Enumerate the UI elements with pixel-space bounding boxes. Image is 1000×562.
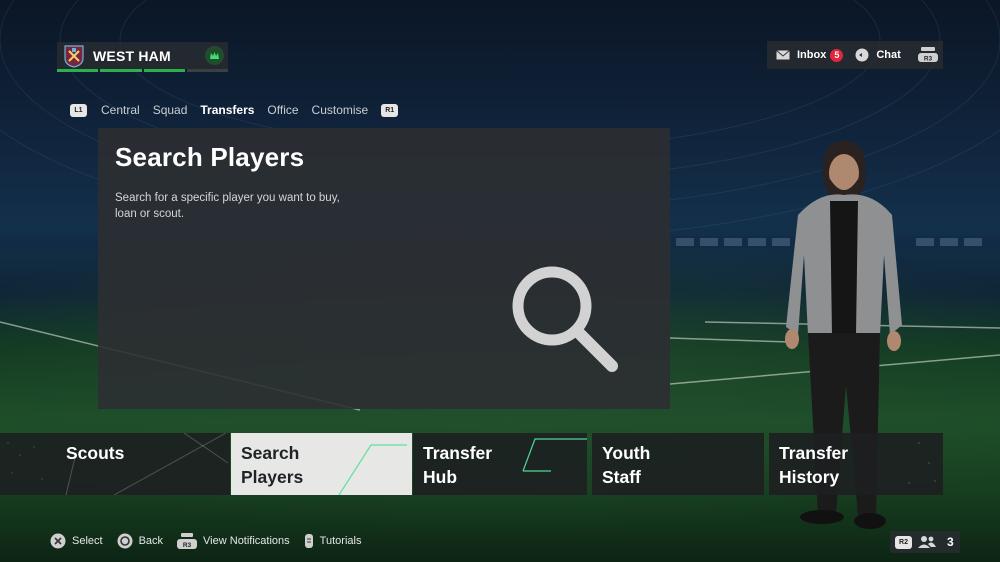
hint-tutorials[interactable]: Tutorials [304,533,362,549]
people-icon [918,536,936,548]
club-crest-icon [64,44,84,68]
bottom-right-squad-indicator[interactable]: R2 3 [890,531,960,553]
tile-scouts[interactable]: Scouts [56,433,230,495]
hint-select[interactable]: Select [50,533,103,549]
tile-search-players[interactable]: Search Players [231,433,412,495]
r3-stick-icon: R3 [177,533,198,549]
circle-button-icon [117,533,133,549]
envelope-icon [776,50,790,60]
tile-transfer-history-label-2: History [779,467,840,487]
svg-text:R3: R3 [924,56,933,63]
tab-office[interactable]: Office [267,103,298,117]
squad-count: 3 [947,535,954,549]
tab-customise[interactable]: Customise [312,103,369,117]
main-tabs: L1 Central Squad Transfers Office Custom… [70,103,399,117]
r1-button-hint[interactable]: R1 [381,103,399,117]
inbox-label: Inbox [797,49,827,61]
feature-detail-card: Search Players Search for a specific pla… [98,128,670,409]
card-description: Search for a specific player you want to… [115,192,340,220]
touchpad-icon [304,534,313,548]
transfer-menu-tiles: Scouts Search Players Transfer Hub Youth… [0,433,1000,495]
hint-view-notifications-label: View Notifications [203,535,290,547]
hint-back-label: Back [138,535,164,547]
l1-button-hint[interactable]: L1 [70,103,87,117]
tile-search-players-label: Search [241,443,300,463]
hint-view-notifications[interactable]: R3 View Notifications [177,533,290,549]
tile-scouts-label: Scouts [66,443,125,463]
chat-label: Chat [876,49,901,61]
tile-scroll-left-fade [0,433,56,495]
hint-tutorials-label: Tutorials [319,535,362,547]
tile-youth-staff-label: Youth [602,443,651,463]
club-name: WEST HAM [93,47,171,64]
inbox-button[interactable]: Inbox 5 [776,48,844,62]
svg-text:R3: R3 [183,542,192,549]
tile-search-players-label-2: Players [241,467,304,487]
club-level-icon [205,46,224,65]
tile-transfer-history-label: Transfer [779,443,849,463]
tile-youth-staff[interactable]: Youth Staff [592,433,764,495]
hint-back[interactable]: Back [117,533,163,549]
inbox-count-badge: 5 [830,48,844,62]
cross-button-icon [50,533,66,549]
r2-button-hint: R2 [895,535,912,549]
controller-hints: Select Back R3 View Notifications Tutori… [50,533,375,549]
tab-central[interactable]: Central [101,103,140,117]
chat-button[interactable]: Chat [855,48,901,62]
tile-transfer-hub-label: Transfer [423,443,493,463]
tab-transfers[interactable]: Transfers [200,103,254,117]
tile-transfer-hub-label-2: Hub [423,467,458,487]
magnifier-icon [512,266,618,372]
club-badge[interactable]: WEST HAM [57,42,228,72]
tab-squad[interactable]: Squad [153,103,188,117]
chat-icon [855,48,869,62]
tile-youth-staff-label-2: Staff [602,467,641,487]
hint-select-label: Select [72,535,103,547]
card-title: Search Players [115,142,305,172]
club-progress-bar [57,69,228,72]
tile-transfer-history[interactable]: Transfer History [769,433,943,495]
tile-transfer-hub[interactable]: Transfer Hub [413,433,587,495]
r3-stick-icon: R3 [918,47,938,63]
top-right-bar: Inbox 5 Chat R3 [767,41,943,69]
